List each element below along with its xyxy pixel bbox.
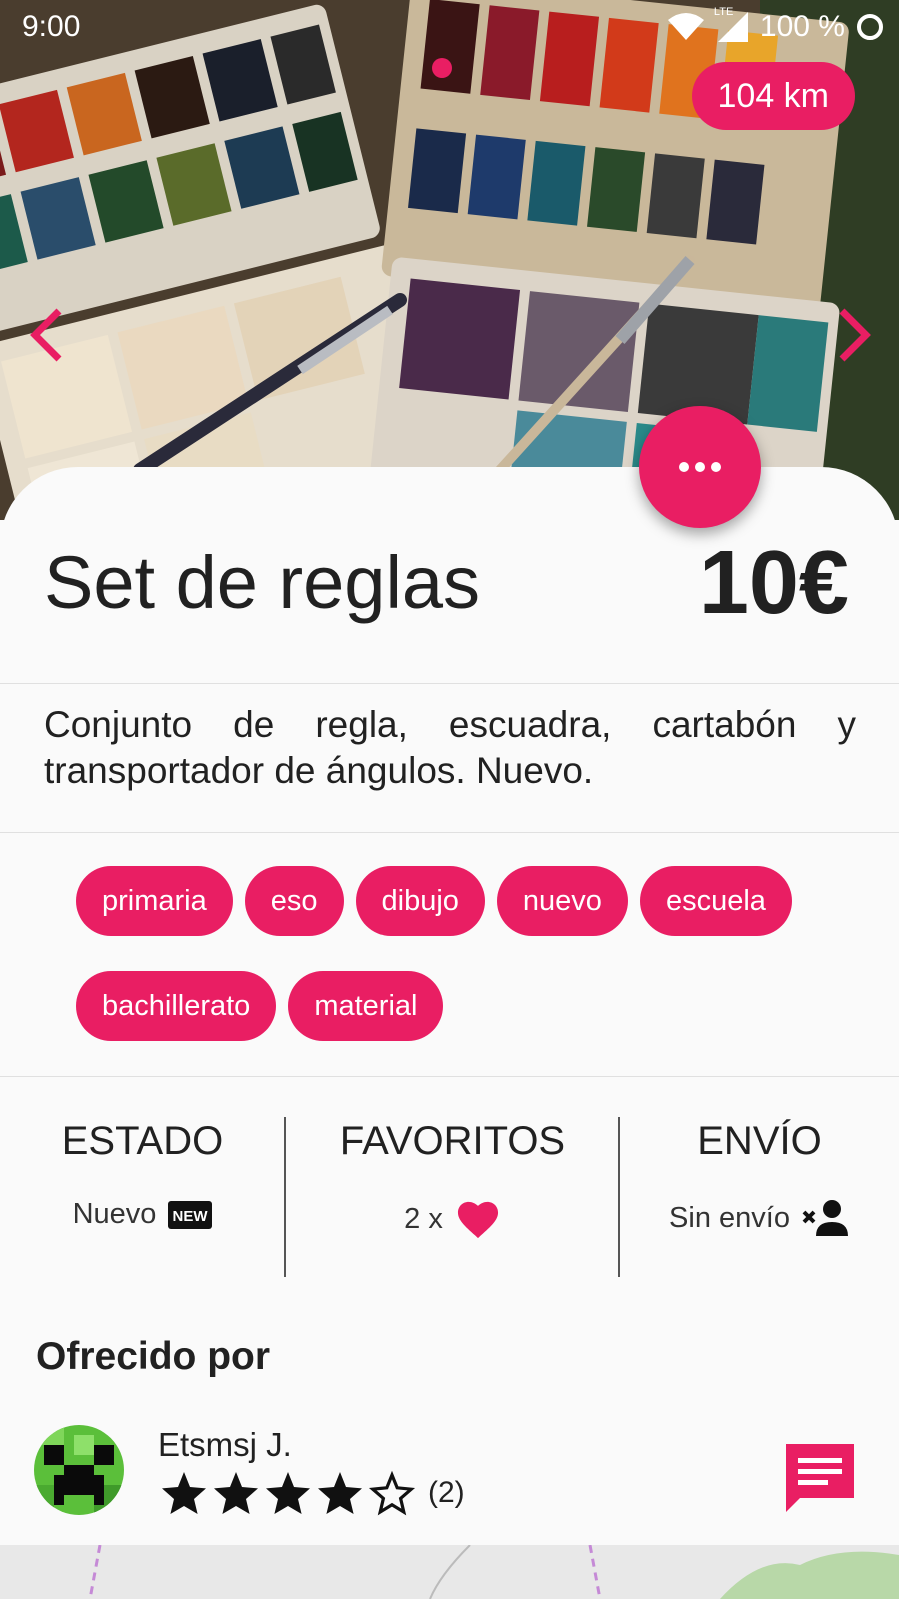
chat-icon[interactable] [782, 1440, 858, 1516]
tag-chip[interactable]: dibujo [355, 866, 485, 936]
distance-badge: 104 km [691, 62, 855, 130]
star-filled-icon [214, 1472, 258, 1514]
envio-label: ENVÍO [697, 1119, 822, 1163]
divider [0, 832, 899, 833]
carousel-page-indicator [432, 58, 452, 78]
status-bar: 9:00 LTE 100 % [0, 0, 899, 52]
star-outline-icon [368, 1470, 416, 1516]
rating-count: (2) [428, 1476, 465, 1509]
heart-icon[interactable] [455, 1198, 501, 1240]
battery-percent: 100 % [759, 10, 845, 43]
product-title: Set de reglas [44, 541, 481, 624]
favoritos-label: FAVORITOS [339, 1119, 566, 1163]
divider [0, 683, 899, 684]
offered-by-heading: Ofrecido por [36, 1335, 271, 1378]
estado-column: ESTADO Nuevo NEW [0, 1115, 285, 1277]
battery-circle-icon [857, 14, 883, 40]
divider [0, 1076, 899, 1077]
envio-column: ENVÍO Sin envío [620, 1115, 899, 1277]
svg-text:NEW: NEW [173, 1208, 209, 1225]
chevron-left-icon[interactable] [22, 300, 72, 370]
info-row: ESTADO Nuevo NEW FAVORITOS 2 x ENVÍO Sin… [0, 1115, 899, 1277]
new-badge-icon: NEW [168, 1200, 213, 1229]
signal-icon: LTE [714, 6, 750, 42]
tag-list: primaria eso dibujo nuevo escuela bachil… [76, 866, 856, 1041]
more-horiz-icon [679, 462, 689, 472]
tag-chip[interactable]: eso [244, 866, 344, 936]
status-icons: LTE 100 % [666, 6, 885, 44]
column-separator [284, 1117, 286, 1277]
more-options-button[interactable] [639, 406, 761, 528]
product-image-carousel[interactable]: 9:00 LTE 100 % 104 km [0, 0, 899, 520]
star-filled-icon [162, 1472, 206, 1514]
person-remove-icon [802, 1200, 848, 1236]
estado-label: ESTADO [61, 1119, 224, 1163]
favoritos-value: 2 x [404, 1202, 443, 1235]
envio-value: Sin envío [669, 1201, 790, 1234]
seller-rating: (2) [160, 1470, 465, 1516]
tag-chip[interactable]: bachillerato [76, 971, 277, 1041]
star-filled-icon [266, 1472, 310, 1514]
product-description: Conjunto de regla, escuadra, cartabón y … [44, 704, 856, 791]
network-type: LTE [713, 6, 734, 18]
column-separator [618, 1117, 620, 1277]
tag-chip[interactable]: nuevo [496, 866, 628, 936]
estado-value: Nuevo [72, 1198, 157, 1230]
location-map[interactable] [0, 1545, 899, 1599]
product-price: 10€ [698, 533, 849, 633]
star-filled-icon [318, 1472, 362, 1514]
status-time: 9:00 [22, 10, 81, 43]
wifi-icon [667, 13, 704, 40]
favoritos-column: FAVORITOS 2 x [286, 1115, 619, 1277]
tag-chip[interactable]: escuela [639, 866, 792, 936]
tag-chip[interactable]: material [288, 971, 444, 1041]
chevron-right-icon[interactable] [829, 300, 879, 370]
avatar[interactable] [34, 1425, 124, 1515]
tag-chip[interactable]: primaria [76, 866, 233, 936]
seller-name: Etsmsj J. [158, 1426, 292, 1463]
